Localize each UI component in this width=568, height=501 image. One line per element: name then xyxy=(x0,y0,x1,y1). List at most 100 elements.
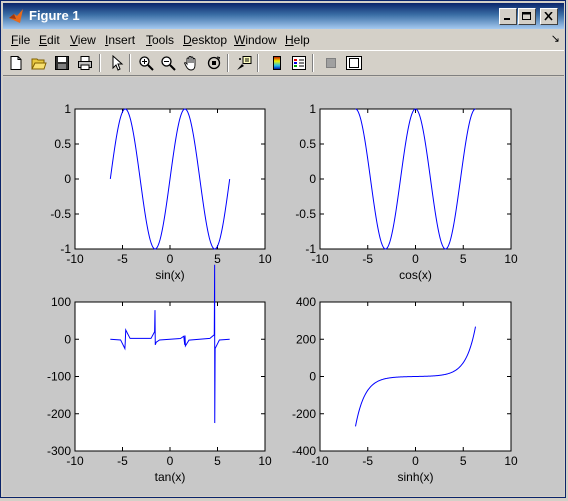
menu-file[interactable]: File xyxy=(11,33,30,47)
menu-bar: File Edit View Insert Tools Desktop Wind… xyxy=(3,30,564,50)
minimize-button[interactable] xyxy=(499,8,517,25)
menu-window[interactable]: Window xyxy=(234,33,277,47)
y-tick-label: 0.5 xyxy=(54,137,71,151)
rotate-3d-icon xyxy=(207,56,221,70)
menu-help[interactable]: Help xyxy=(285,33,310,47)
maximize-button[interactable] xyxy=(518,8,536,25)
new-figure-button[interactable] xyxy=(6,54,26,72)
y-tick-label: 1 xyxy=(64,102,71,116)
open-file-icon xyxy=(31,58,47,70)
edit-plot-arrow-icon xyxy=(112,55,124,71)
rotate-3d-button[interactable] xyxy=(204,54,224,72)
show-plot-tools-button[interactable] xyxy=(344,54,364,72)
subplot-cos[interactable]: -10 -5 0 5 10-1-0.500.51cos(x) xyxy=(295,102,518,282)
x-tick-label: 5 xyxy=(214,454,221,468)
print-icon xyxy=(78,56,92,70)
pan-button[interactable] xyxy=(181,54,201,72)
toolbar-separator xyxy=(99,54,101,72)
window-title: Figure 1 xyxy=(29,8,80,23)
new-figure-icon xyxy=(10,56,22,70)
zoom-in-icon xyxy=(139,56,154,71)
hide-plot-tools-button[interactable] xyxy=(321,54,341,72)
minimize-icon xyxy=(504,18,510,20)
figure-window: Figure 1 File Edit View Insert Tools Des… xyxy=(0,0,566,498)
subplot-sinh[interactable]: -10 -5 0 5 10-400-2000200400sinh(x) xyxy=(292,295,518,484)
menu-edit[interactable]: Edit xyxy=(39,33,60,47)
y-tick-label: 0.5 xyxy=(299,137,316,151)
y-tick-label: 400 xyxy=(296,295,316,309)
zoom-in-button[interactable] xyxy=(136,54,156,72)
x-tick-label: -5 xyxy=(362,252,373,266)
y-tick-label: -200 xyxy=(292,407,316,421)
save-button[interactable] xyxy=(52,54,72,72)
insert-legend-button[interactable] xyxy=(289,54,309,72)
y-tick-label: -300 xyxy=(47,444,71,458)
figure-toolbar xyxy=(3,50,564,76)
save-icon xyxy=(55,56,69,70)
subplot-tan[interactable]: -10 -5 0 5 10-300-200-1000100tan(x) xyxy=(47,264,272,484)
insert-colorbar-button[interactable] xyxy=(267,54,287,72)
x-axis-label: cos(x) xyxy=(399,268,432,282)
x-tick-label: 0 xyxy=(412,454,419,468)
data-cursor-icon xyxy=(237,56,252,70)
toolbar-separator xyxy=(129,54,131,72)
menu-desktop[interactable]: Desktop xyxy=(183,33,227,47)
x-tick-label: -5 xyxy=(362,454,373,468)
x-tick-label: 0 xyxy=(167,252,174,266)
edit-plot-button[interactable] xyxy=(106,54,126,72)
menu-insert[interactable]: Insert xyxy=(105,33,135,47)
data-cursor-button[interactable] xyxy=(234,54,254,72)
y-tick-label: 100 xyxy=(51,295,71,309)
maximize-icon xyxy=(522,12,531,20)
x-tick-label: 10 xyxy=(258,252,272,266)
insert-legend-icon xyxy=(292,56,306,70)
x-tick-label: 5 xyxy=(460,252,467,266)
hide-plot-tools-icon xyxy=(326,58,336,68)
x-tick-label: 10 xyxy=(258,454,272,468)
x-tick-label: 5 xyxy=(460,454,467,468)
zoom-out-icon xyxy=(161,56,176,71)
axes-box xyxy=(74,301,266,452)
close-button[interactable] xyxy=(540,8,558,25)
subplot-sin[interactable]: -10 -5 0 5 10-1-0.500.51sin(x) xyxy=(50,102,272,282)
y-tick-label: -0.5 xyxy=(295,207,316,221)
y-tick-label: -0.5 xyxy=(50,207,71,221)
x-axis-label: sin(x) xyxy=(155,268,184,282)
y-tick-label: -400 xyxy=(292,444,316,458)
menu-view[interactable]: View xyxy=(70,33,96,47)
axes-box xyxy=(319,108,512,250)
toolbar-separator xyxy=(227,54,229,72)
subplot-grid[interactable]: -10 -5 0 5 10-1-0.500.51sin(x)-10 -5 0 5 10-1-0.… xyxy=(3,77,564,496)
y-tick-label: -100 xyxy=(47,370,71,384)
dock-arrow-icon[interactable]: ↘ xyxy=(551,32,560,45)
x-tick-label: 5 xyxy=(214,252,221,266)
insert-colorbar-icon xyxy=(273,56,281,70)
y-tick-label: -1 xyxy=(305,242,316,256)
x-tick-label: -5 xyxy=(117,252,128,266)
title-bar[interactable]: Figure 1 xyxy=(3,3,564,29)
matlab-logo-icon xyxy=(9,9,23,23)
close-icon xyxy=(544,12,553,21)
toolbar-separator xyxy=(257,54,259,72)
y-tick-label: 200 xyxy=(296,332,316,346)
menu-tools[interactable]: Tools xyxy=(146,33,174,47)
y-tick-label: 1 xyxy=(309,102,316,116)
show-plot-tools-icon xyxy=(346,56,362,70)
zoom-out-button[interactable] xyxy=(158,54,178,72)
toolbar-separator xyxy=(312,54,314,72)
y-tick-label: -1 xyxy=(60,242,71,256)
x-tick-label: 10 xyxy=(504,252,518,266)
y-tick-label: 0 xyxy=(64,172,71,186)
figure-canvas[interactable]: -10 -5 0 5 10 -1 -0.5 0 0.5 1 sin(x) -10 -5 0 5 10 -1 -0.… xyxy=(3,77,564,496)
x-tick-label: -5 xyxy=(117,454,128,468)
y-tick-label: 0 xyxy=(64,332,71,346)
print-button[interactable] xyxy=(75,54,95,72)
x-tick-label: 0 xyxy=(167,454,174,468)
x-tick-label: 0 xyxy=(412,252,419,266)
pan-hand-icon xyxy=(183,56,196,71)
open-file-button[interactable] xyxy=(29,54,49,72)
x-axis-label: sinh(x) xyxy=(397,470,433,484)
y-tick-label: -200 xyxy=(47,407,71,421)
y-tick-label: 0 xyxy=(309,172,316,186)
y-tick-label: 0 xyxy=(309,370,316,384)
